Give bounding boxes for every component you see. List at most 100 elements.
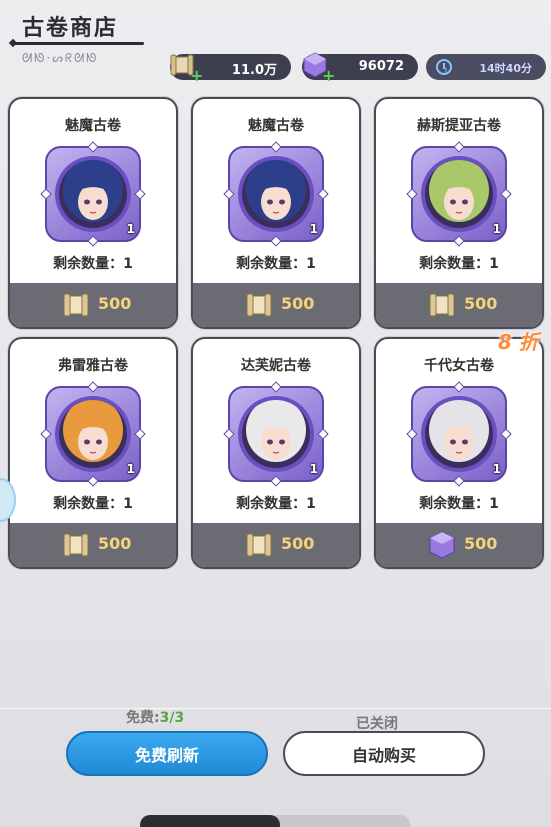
- card-title: 赫斯提亚古卷: [417, 118, 501, 134]
- crystal-currency-bar[interactable]: + 96072: [302, 52, 418, 85]
- character-portrait: [59, 160, 127, 228]
- shop-card[interactable]: 赫斯提亚古卷 1 剩余数量：1 500: [374, 97, 544, 329]
- frame-ornament: [453, 475, 465, 487]
- character-portrait: [425, 160, 493, 228]
- price-value: 500: [464, 534, 498, 553]
- shop-card[interactable]: 魅魔古卷 1 剩余数量：1 500: [8, 97, 178, 329]
- frame-ornament: [87, 141, 99, 153]
- item-portrait-frame[interactable]: 1: [406, 381, 512, 487]
- auto-buy-button[interactable]: 自动购买: [283, 731, 485, 776]
- shop-card[interactable]: 千代女古卷 1 剩余数量：1 500: [374, 337, 544, 569]
- frame-ornament: [270, 235, 282, 247]
- timer-value: 14时40分: [479, 62, 532, 75]
- frame-ornament: [134, 188, 146, 200]
- shop-card[interactable]: 弗雷雅古卷 1 剩余数量：1 500: [8, 337, 178, 569]
- buy-price-button[interactable]: 500: [376, 523, 542, 567]
- title-underline: [14, 42, 144, 45]
- item-quantity: 1: [126, 462, 135, 476]
- price-value: 500: [98, 294, 132, 313]
- free-label-text: 免费:: [126, 710, 160, 726]
- character-portrait: [425, 400, 493, 468]
- frame-ornament: [87, 381, 99, 393]
- add-scroll-icon[interactable]: +: [190, 66, 203, 85]
- discount-badge: 8 折: [498, 330, 539, 354]
- frame-ornament: [317, 428, 329, 440]
- free-refresh-button[interactable]: 免费刷新: [66, 731, 268, 776]
- crystal-amount: 96072: [358, 59, 404, 74]
- buy-price-button[interactable]: 500: [10, 283, 176, 327]
- remaining-count: 剩余数量：1: [236, 256, 316, 272]
- buy-price-button[interactable]: 500: [10, 523, 176, 567]
- crystal-cube-icon: [429, 531, 455, 559]
- price-value: 500: [281, 534, 315, 553]
- clock-icon: [436, 59, 452, 75]
- character-portrait: [242, 400, 310, 468]
- item-quantity: 1: [492, 222, 501, 236]
- remaining-count: 剩余数量：1: [53, 496, 133, 512]
- remaining-count: 剩余数量：1: [419, 496, 499, 512]
- frame-ornament: [40, 428, 52, 440]
- item-portrait-frame[interactable]: 1: [40, 141, 146, 247]
- frame-ornament: [500, 188, 512, 200]
- item-quantity: 1: [309, 222, 318, 236]
- frame-ornament: [270, 475, 282, 487]
- frame-ornament: [270, 141, 282, 153]
- page-title: 古卷商店: [22, 16, 119, 41]
- frame-ornament: [223, 188, 235, 200]
- item-quantity: 1: [309, 462, 318, 476]
- page-subtitle: ᘛᘚ·ᔕᖇᘛᘚ: [22, 51, 99, 65]
- frame-ornament: [500, 428, 512, 440]
- frame-ornament: [87, 475, 99, 487]
- scroll-currency-bar[interactable]: + 11.0万: [170, 54, 291, 85]
- shop-card[interactable]: 魅魔古卷 1 剩余数量：1 500: [191, 97, 361, 329]
- item-portrait-frame[interactable]: 1: [223, 381, 329, 487]
- frame-ornament: [87, 235, 99, 247]
- item-portrait-frame[interactable]: 1: [40, 381, 146, 487]
- frame-ornament: [134, 428, 146, 440]
- frame-ornament: [40, 188, 52, 200]
- price-value: 500: [98, 534, 132, 553]
- card-title: 千代女古卷: [424, 358, 494, 374]
- character-portrait: [242, 160, 310, 228]
- item-quantity: 1: [126, 222, 135, 236]
- item-portrait-frame[interactable]: 1: [406, 141, 512, 247]
- scroll-icon: [429, 293, 455, 317]
- free-refresh-count: 免费:3/3: [126, 707, 184, 727]
- price-value: 500: [464, 294, 498, 313]
- remaining-count: 剩余数量：1: [419, 256, 499, 272]
- shop-card[interactable]: 达芙妮古卷 1 剩余数量：1 500: [191, 337, 361, 569]
- free-count-value: 3/3: [159, 710, 185, 726]
- remaining-count: 剩余数量：1: [53, 256, 133, 272]
- scroll-icon: [63, 293, 89, 317]
- remaining-count: 剩余数量：1: [236, 496, 316, 512]
- frame-ornament: [406, 428, 418, 440]
- scroll-amount: 11.0万: [231, 63, 277, 78]
- bottom-tab-bar[interactable]: [140, 815, 410, 827]
- bottom-tab-active[interactable]: [140, 815, 280, 827]
- price-value: 500: [281, 294, 315, 313]
- buy-price-button[interactable]: 500: [193, 283, 359, 327]
- buy-price-button[interactable]: 500: [193, 523, 359, 567]
- card-title: 弗雷雅古卷: [58, 358, 128, 374]
- scroll-icon: [246, 293, 272, 317]
- scroll-icon: [63, 533, 89, 557]
- refresh-timer-bar: 14时40分: [426, 54, 546, 80]
- item-portrait-frame[interactable]: 1: [223, 141, 329, 247]
- character-portrait: [59, 400, 127, 468]
- divider: [0, 708, 551, 709]
- scroll-icon: [246, 533, 272, 557]
- frame-ornament: [317, 188, 329, 200]
- frame-ornament: [270, 381, 282, 393]
- card-title: 魅魔古卷: [248, 118, 304, 134]
- frame-ornament: [453, 381, 465, 393]
- buy-price-button[interactable]: 500: [376, 283, 542, 327]
- card-title: 魅魔古卷: [65, 118, 121, 134]
- add-crystal-icon[interactable]: +: [322, 66, 335, 85]
- frame-ornament: [453, 235, 465, 247]
- item-quantity: 1: [492, 462, 501, 476]
- frame-ornament: [223, 428, 235, 440]
- auto-buy-status: 已关闭: [356, 716, 398, 732]
- card-title: 达芙妮古卷: [241, 358, 311, 374]
- frame-ornament: [406, 188, 418, 200]
- frame-ornament: [453, 141, 465, 153]
